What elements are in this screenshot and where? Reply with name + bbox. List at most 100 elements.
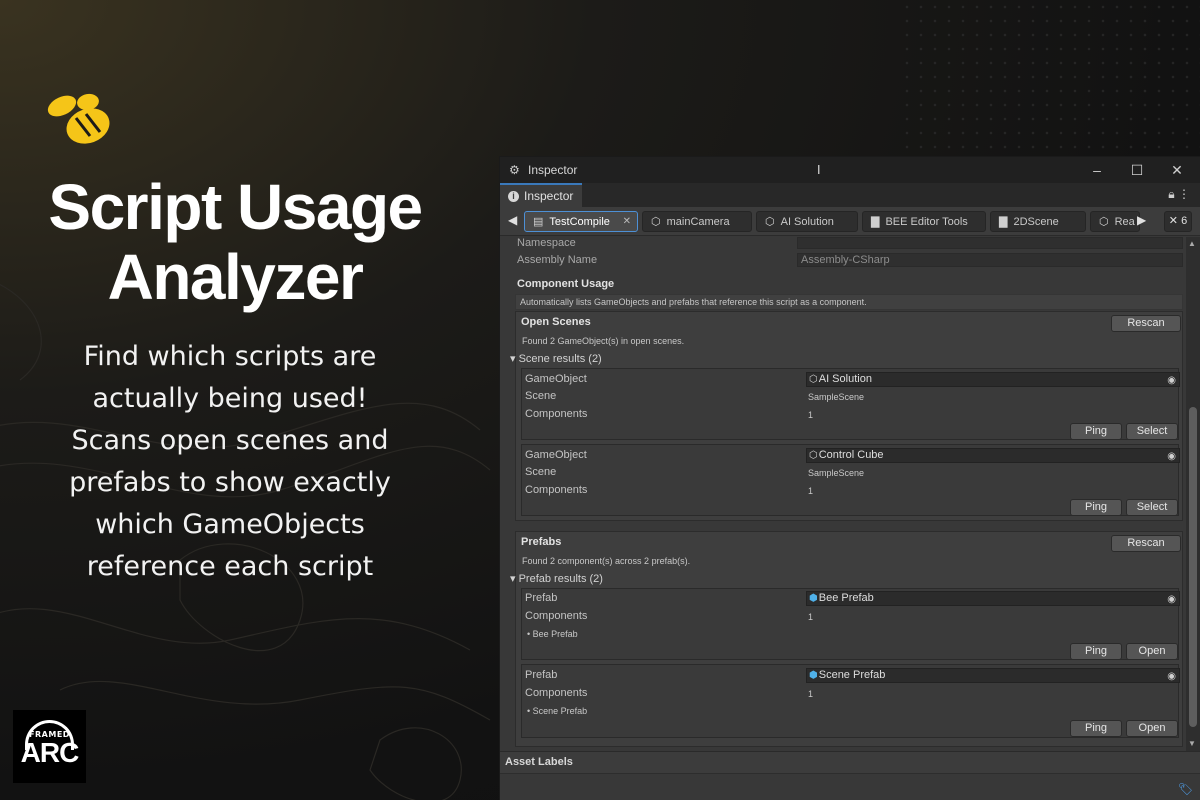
scene-result-card: GameObject ⬡Control Cube ◉ Scene SampleSc… — [521, 444, 1180, 516]
select-button[interactable]: Select — [1126, 499, 1178, 516]
namespace-field[interactable] — [797, 237, 1183, 249]
object-tab-rea[interactable]: ⬡ Rea — [1090, 211, 1140, 232]
prefabs-heading: Prefabs — [521, 536, 562, 548]
component-usage-help: Automatically lists GameObjects and pref… — [515, 294, 1183, 310]
tab-inspector[interactable]: i Inspector — [500, 183, 582, 207]
scroll-down-icon[interactable]: ▼ — [1188, 739, 1196, 748]
close-tab-icon[interactable]: ✕ — [623, 216, 631, 227]
scrollbar-thumb[interactable] — [1189, 407, 1197, 727]
arch-shape — [25, 720, 74, 750]
prefab-field[interactable]: ⬢Bee Prefab ◉ — [806, 591, 1180, 606]
hero-desc-line: actually being used! — [92, 383, 368, 414]
gameobject-label: GameObject — [525, 449, 587, 461]
object-tab-ai-solution[interactable]: ⬡ AI Solution — [756, 211, 858, 232]
cube-icon: ⬡ — [809, 374, 818, 385]
prefab-value: Scene Prefab — [818, 669, 886, 681]
vertical-scrollbar[interactable]: ▲ ▼ — [1186, 237, 1200, 751]
rescan-prefabs-button[interactable]: Rescan — [1111, 535, 1181, 552]
ping-button[interactable]: Ping — [1070, 643, 1122, 660]
namespace-label: Namespace — [517, 237, 576, 249]
prefab-field[interactable]: ⬢Scene Prefab ◉ — [806, 668, 1180, 683]
object-tab-label: 2DScene — [1013, 215, 1059, 228]
scene-result-card: GameObject ⬡AI Solution ◉ Scene SampleSce… — [521, 368, 1180, 440]
close-all-tabs-button[interactable]: ✕ 6 — [1164, 211, 1192, 232]
prefab-results-label: Prefab results (2) — [518, 573, 603, 585]
asset-labels-header[interactable]: Asset Labels — [500, 751, 1200, 773]
object-picker-icon[interactable]: ◉ — [1167, 450, 1176, 463]
rescan-scenes-button[interactable]: Rescan — [1111, 315, 1181, 332]
prefab-bullet: • Scene Prefab — [527, 706, 588, 716]
tabs-scroll-left-icon[interactable]: ◀ — [508, 213, 517, 227]
cube-icon: ⬡ — [651, 216, 661, 228]
text-cursor-icon: Ⅰ — [817, 163, 821, 177]
unity-inspector-icon: ⚙ — [509, 163, 520, 177]
maximize-button[interactable]: ☐ — [1117, 157, 1157, 183]
object-tab-label: mainCamera — [666, 215, 730, 228]
cube-icon: ⬡ — [765, 216, 775, 228]
prefab-value: Bee Prefab — [818, 592, 874, 604]
gameobject-field[interactable]: ⬡AI Solution ◉ — [806, 372, 1180, 387]
hero-desc-line: reference each script — [86, 551, 374, 582]
close-window-button[interactable]: ✕ — [1157, 157, 1197, 183]
object-picker-icon[interactable]: ◉ — [1167, 593, 1176, 606]
prefab-result-card: Prefab ⬢Scene Prefab ◉ Components 1 • Sce… — [521, 664, 1180, 738]
tag-icon[interactable]: 🏷︎ — [1178, 782, 1193, 796]
object-picker-icon[interactable]: ◉ — [1167, 670, 1176, 683]
components-label: Components — [525, 610, 588, 622]
scroll-up-icon[interactable]: ▲ — [1188, 239, 1196, 248]
open-button[interactable]: Open — [1126, 720, 1178, 737]
select-button[interactable]: Select — [1126, 423, 1178, 440]
hero-description: Find which scripts are actually being us… — [20, 336, 440, 588]
lock-icon[interactable]: 🔒︎ ⋮ — [1168, 187, 1190, 202]
prefab-result-card: Prefab ⬢Bee Prefab ◉ Components 1 • Bee P… — [521, 588, 1180, 660]
bee-logo-icon — [47, 93, 110, 144]
info-icon: i — [508, 190, 519, 202]
window-titlebar[interactable]: ⚙ Inspector Ⅰ – ☐ ✕ — [500, 157, 1200, 183]
components-value: 1 — [808, 612, 814, 622]
hero-title-line: Script Usage — [48, 171, 423, 243]
prefab-cube-icon: ⬢ — [809, 593, 818, 604]
gameobject-field[interactable]: ⬡Control Cube ◉ — [806, 448, 1180, 463]
open-scenes-heading: Open Scenes — [521, 316, 591, 328]
object-tab-2dscene[interactable]: ▇ 2DScene — [990, 211, 1086, 232]
scene-value: SampleScene — [808, 392, 865, 402]
open-button[interactable]: Open — [1126, 643, 1178, 660]
ping-button[interactable]: Ping — [1070, 499, 1122, 516]
prefab-label: Prefab — [525, 669, 558, 681]
window-title: Inspector — [528, 163, 578, 177]
hero-title: Script Usage Analyzer — [0, 172, 470, 312]
components-label: Components — [525, 687, 588, 699]
hero-desc-line: Find which scripts are — [83, 341, 377, 372]
prefab-results-foldout[interactable]: ▾ Prefab results (2) — [510, 572, 603, 585]
dot-pattern — [900, 0, 1200, 150]
object-tab-maincamera[interactable]: ⬡ mainCamera — [642, 211, 752, 232]
script-icon: ▤ — [533, 216, 544, 228]
hero-desc-line: Scans open scenes and — [71, 425, 389, 456]
object-tab-bee-editor-tools[interactable]: ▇ BEE Editor Tools — [862, 211, 986, 232]
object-picker-icon[interactable]: ◉ — [1167, 374, 1176, 387]
components-label: Components — [525, 484, 588, 496]
scene-results-foldout[interactable]: ▾ Scene results (2) — [510, 352, 602, 365]
prefab-label: Prefab — [525, 592, 558, 604]
components-value: 1 — [808, 486, 814, 496]
folder-icon: ▇ — [871, 216, 880, 228]
inspector-content: Namespace Assembly Name Assembly-CSharp … — [500, 237, 1186, 751]
object-tab-testcompile[interactable]: ▤ TestCompile ✕ — [524, 211, 638, 232]
dock-tabstrip: i Inspector 🔒︎ ⋮ — [500, 183, 1200, 207]
assembly-name-label: Assembly Name — [517, 254, 598, 266]
ping-button[interactable]: Ping — [1070, 720, 1122, 737]
scene-label: Scene — [525, 390, 557, 402]
object-tab-label: AI Solution — [780, 215, 834, 228]
assembly-name-field[interactable]: Assembly-CSharp — [797, 253, 1183, 267]
scene-value: SampleScene — [808, 468, 865, 478]
ping-button[interactable]: Ping — [1070, 423, 1122, 440]
cube-icon: ⬡ — [809, 450, 818, 461]
hero-desc-line: which GameObjects — [95, 509, 365, 540]
tab-inspector-label: Inspector — [524, 189, 574, 203]
minimize-button[interactable]: – — [1077, 157, 1117, 183]
hero-title-line: Analyzer — [107, 241, 364, 313]
folder-icon: ▇ — [999, 216, 1008, 228]
tabs-scroll-right-icon[interactable]: ▶ — [1137, 213, 1146, 227]
object-tab-label: TestCompile — [549, 215, 610, 228]
components-value: 1 — [808, 689, 814, 699]
